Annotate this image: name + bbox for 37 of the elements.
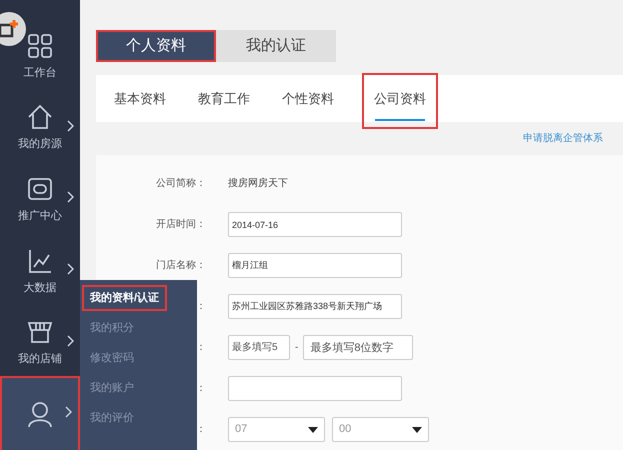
sidebar-label: 推广中心	[18, 208, 62, 224]
sidebar-item[interactable]: 我的店铺	[0, 306, 80, 378]
field-label: ：	[196, 382, 206, 396]
sidebar-label: 大数据	[24, 280, 56, 296]
field-label: ：	[196, 423, 206, 437]
user-icon	[25, 399, 55, 430]
field-label: 门店名称：	[156, 258, 206, 273]
sidebar-item[interactable]: 推广中心	[0, 163, 80, 236]
subtab[interactable]: 基本资料	[112, 75, 168, 122]
text-field[interactable]	[228, 376, 402, 401]
sidebar-item[interactable]	[2, 378, 78, 450]
field-label: ：	[196, 341, 206, 355]
field-label: 公司简称：	[156, 177, 206, 191]
text-field[interactable]: 最多填写8位数字	[303, 335, 414, 360]
active-tab-underline	[375, 118, 425, 120]
submenu-item[interactable]: 我的资料/认证	[84, 287, 166, 309]
separator: -	[295, 341, 298, 355]
caret-down-icon	[308, 426, 318, 432]
sidebar-label: 我的房源	[18, 136, 62, 152]
text-field[interactable]: 榴月江组	[228, 253, 402, 278]
field-value: 搜房网房天下	[228, 176, 288, 191]
tab[interactable]: 个人资料	[96, 30, 216, 62]
sidebar-item[interactable]: 我的房源	[0, 92, 80, 164]
text-field[interactable]: 最多填写5	[228, 335, 290, 360]
sidebar-item[interactable]: 工作台	[0, 20, 80, 92]
sidebar-label: 工作台	[24, 66, 56, 81]
subtab[interactable]: 公司资料	[364, 75, 436, 127]
text-field[interactable]: 苏州工业园区苏雅路338号新天翔广场	[228, 294, 402, 319]
field-label: ：	[196, 300, 206, 314]
tab[interactable]: 我的认证	[216, 30, 336, 62]
sidebar-label: 我的店铺	[18, 352, 62, 368]
sidebar-item[interactable]: 大数据	[0, 235, 80, 307]
caret-down-icon	[412, 426, 422, 432]
subtab[interactable]: 个性资料	[280, 75, 336, 122]
text-field[interactable]: 2014-07-16	[228, 212, 402, 237]
subtab[interactable]: 教育工作	[196, 75, 252, 122]
field-label: 开店时间：	[156, 218, 206, 232]
